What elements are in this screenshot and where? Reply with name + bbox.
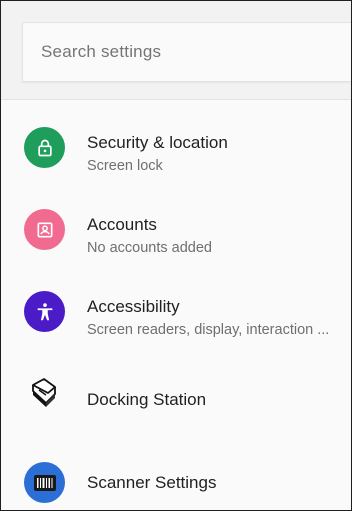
item-subtitle: Screen readers, display, interaction ...: [87, 322, 330, 338]
item-subtitle: No accounts added: [87, 240, 212, 256]
search-input[interactable]: Search settings: [22, 22, 351, 82]
settings-item-security-location[interactable]: Security & location Screen lock: [1, 108, 351, 190]
accessibility-icon: [24, 291, 65, 332]
item-title: Accounts: [87, 215, 157, 234]
lock-icon: [24, 127, 65, 168]
item-title: Accessibility: [87, 297, 180, 316]
account-box-icon: [24, 209, 65, 250]
settings-item-docking-station[interactable]: Docking Station: [1, 354, 351, 436]
search-bar-container: Search settings: [1, 1, 351, 100]
item-subtitle: Screen lock: [87, 158, 163, 174]
item-title: Security & location: [87, 133, 228, 152]
barcode-scanner-icon: [24, 462, 65, 503]
search-placeholder: Search settings: [41, 42, 162, 61]
settings-item-accessibility[interactable]: Accessibility Screen readers, display, i…: [1, 272, 351, 354]
settings-screen: Search settings Security & location Scre…: [0, 0, 352, 511]
settings-item-scanner-settings[interactable]: Scanner Settings: [1, 436, 351, 510]
item-title: Docking Station: [87, 390, 207, 409]
item-title: Scanner Settings: [87, 473, 217, 492]
docking-station-icon: [26, 375, 62, 411]
settings-item-accounts[interactable]: Accounts No accounts added: [1, 190, 351, 272]
